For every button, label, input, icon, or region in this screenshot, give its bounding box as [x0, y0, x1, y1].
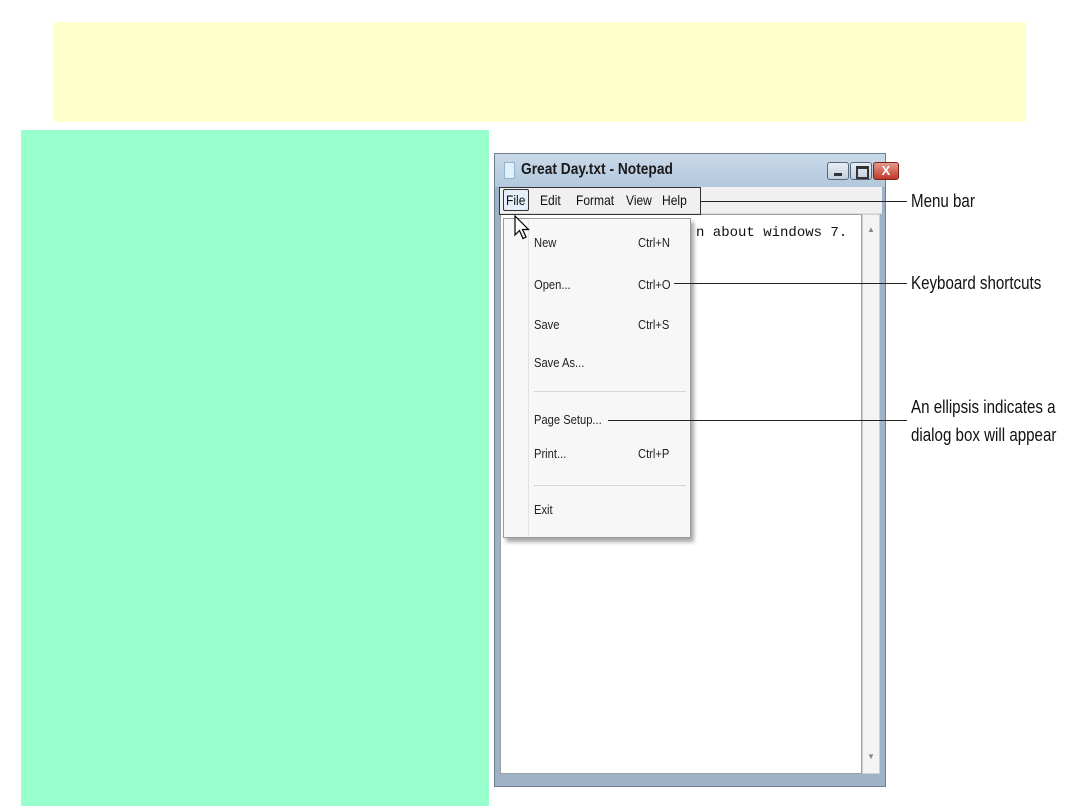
menu-item-shortcut: Ctrl+P	[638, 446, 670, 461]
maximize-icon[interactable]	[850, 162, 872, 180]
menu-item-shortcut: Ctrl+O	[638, 277, 671, 292]
menu-item-shortcut: Ctrl+N	[638, 235, 670, 250]
title-band	[54, 22, 1026, 122]
left-content-panel	[21, 130, 489, 806]
scroll-up-icon[interactable]: ▲	[863, 225, 879, 234]
menu-item-save[interactable]: Save Ctrl+S	[534, 314, 689, 336]
menubar-callout-label: Menu bar	[911, 191, 975, 211]
mouse-cursor-icon	[514, 215, 530, 240]
close-glyph: X	[881, 163, 891, 178]
menu-item-new[interactable]: New Ctrl+N	[534, 232, 689, 254]
menu-item-label: Save As...	[534, 355, 585, 370]
window-title: Great Day.txt - Notepad	[521, 161, 673, 178]
menu-item-open[interactable]: Open... Ctrl+O	[534, 274, 689, 296]
menu-item-shortcut: Ctrl+S	[638, 317, 670, 332]
menu-item-label: New	[534, 235, 557, 250]
ellipsis-callout-label-2: dialog box will appear	[911, 425, 1057, 445]
ellipsis-callout-line	[608, 420, 907, 421]
menu-item-save-as[interactable]: Save As...	[534, 352, 689, 374]
menu-separator	[534, 391, 686, 392]
file-dropdown-menu: New Ctrl+N Open... Ctrl+O Save Ctrl+S Sa…	[503, 218, 691, 538]
menu-item-label: Save	[534, 317, 560, 332]
menu-gutter	[528, 221, 529, 535]
menu-item-exit[interactable]: Exit	[534, 499, 689, 521]
shortcuts-callout-line	[674, 283, 907, 284]
menu-item-label: Page Setup...	[534, 412, 602, 427]
minimize-icon[interactable]	[827, 162, 849, 180]
ellipsis-callout-label-1: An ellipsis indicates a	[911, 397, 1056, 417]
editor-text: n about windows 7.	[696, 225, 848, 241]
menu-item-label: Open...	[534, 277, 571, 292]
menu-item-label: Exit	[534, 502, 553, 517]
scroll-down-icon[interactable]: ▼	[863, 752, 879, 761]
menu-item-label: Print...	[534, 446, 567, 461]
shortcuts-callout-label: Keyboard shortcuts	[911, 273, 1042, 293]
menubar-callout-line	[701, 201, 907, 202]
vertical-scrollbar[interactable]: ▲ ▼	[862, 214, 880, 774]
window-titlebar[interactable]: Great Day.txt - Notepad X	[495, 154, 899, 187]
menu-item-print[interactable]: Print... Ctrl+P	[534, 443, 689, 465]
menubar-callout-box	[499, 187, 701, 215]
close-icon[interactable]: X	[873, 162, 899, 180]
menu-separator	[534, 485, 686, 486]
notepad-app-icon	[504, 162, 515, 179]
